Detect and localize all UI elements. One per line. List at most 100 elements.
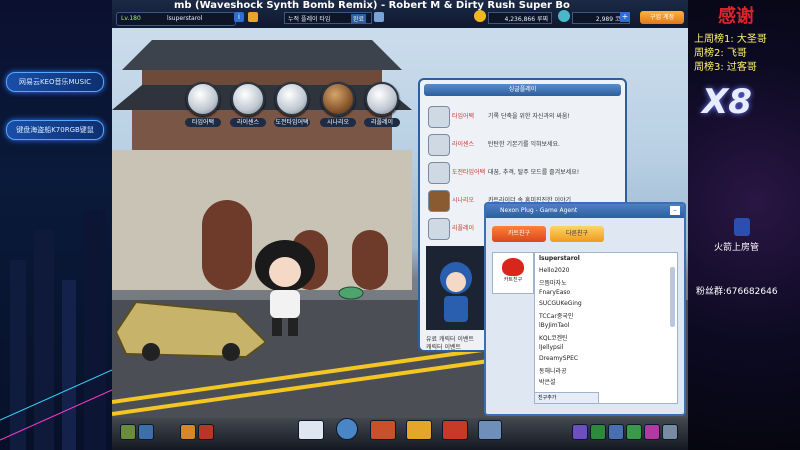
stats-icon[interactable] <box>336 418 358 440</box>
gift-icon[interactable] <box>198 424 214 440</box>
settings-icon[interactable] <box>248 12 258 22</box>
music-sponsor-pill: 网易云KEO音乐MUSIC <box>6 72 104 92</box>
single-row-time-attack[interactable]: 타임어택 기록 단축을 위한 자신과의 싸움! <box>428 106 618 128</box>
song-ticker: mb (Waveshock Synth Bomb Remix) - Robert… <box>174 0 570 11</box>
username: lsuperstarol <box>167 15 203 22</box>
lucci-amount: 4,236,866 루찌 <box>504 16 548 23</box>
neon-city-decoration <box>0 210 112 450</box>
replay-camera-icon <box>428 218 450 240</box>
lucci-box: 4,236,866 루찌 <box>488 12 552 24</box>
single-row-challenge[interactable]: 도전타임어택 대꿈, 추격, 탈주 모드를 즐겨보세요! <box>428 162 618 184</box>
friend-item[interactable]: lJellypsil <box>539 344 563 351</box>
x8-logo: X8 <box>702 82 752 122</box>
fist-icon <box>275 82 309 116</box>
single-row-license[interactable]: 라이센스 탄탄한 기본기를 익혀보세요. <box>428 134 618 156</box>
event-banner[interactable] <box>426 246 486 330</box>
fans-group-text: 粉丝群:676682646 <box>696 287 778 297</box>
lucci-coin-icon <box>474 10 486 22</box>
plug-titlebar: Nexon Plug - Game Agent – <box>486 204 684 218</box>
friends-list: lsuperstarol Hello2020 으뜸마자노 FnaryEaso S… <box>534 252 678 404</box>
friends-icon[interactable] <box>138 424 154 440</box>
buy-button[interactable]: 구입 계정 <box>640 11 684 24</box>
license-icon <box>428 134 450 156</box>
game-bottom-bar <box>112 418 688 450</box>
chat-toggle-icon[interactable] <box>120 424 136 440</box>
game-top-bar: mb (Waveshock Synth Bomb Remix) - Robert… <box>112 0 688 28</box>
mode-label: 도전타임어택 <box>274 118 310 127</box>
menu-icon-2[interactable] <box>590 424 606 440</box>
book-icon <box>428 190 450 212</box>
profile-info-icon[interactable]: i <box>234 12 244 22</box>
friend-item[interactable]: lByJimTaol <box>539 322 569 329</box>
minimize-icon[interactable]: – <box>670 206 680 215</box>
keyboard-sponsor-pill: 键盘海盗船K70RGB键鼠 <box>6 120 104 140</box>
friend-item[interactable]: 동해니라공 <box>539 366 567 375</box>
replay-camera-icon <box>365 82 399 116</box>
fist-icon <box>428 162 450 184</box>
coin-icon <box>558 10 570 22</box>
friends-scrollbar[interactable] <box>670 267 675 327</box>
mission-box: 누적 플레이 타임 완료 <box>284 12 372 24</box>
self-name: lsuperstarol <box>539 255 580 262</box>
rank-icon[interactable] <box>478 420 502 440</box>
stopwatch-icon <box>186 82 220 116</box>
row-desc: 탄탄한 기본기를 익혀보세요. <box>488 141 560 148</box>
mode-label: 시나리오 <box>320 118 356 127</box>
rush-icon[interactable] <box>442 420 468 440</box>
menu-icon-1[interactable] <box>572 424 588 440</box>
house-icon[interactable] <box>370 420 396 440</box>
friend-item[interactable]: SUCGUKeGing <box>539 300 582 307</box>
mode-label: 라이센스 <box>230 118 266 127</box>
friend-item[interactable]: DreamySPEC <box>539 355 578 362</box>
stream-right-overlay: 感谢 上周榜1: 大圣哥 周榜2: 飞哥 周榜3: 过客哥 X8 火箭上房管 粉… <box>688 0 800 450</box>
mode-replay[interactable]: 리플레이 <box>364 82 400 127</box>
menu-icon-5[interactable] <box>644 424 660 440</box>
friend-item[interactable]: Hello2020 <box>539 267 569 274</box>
row-name: 리플레이 <box>452 225 475 232</box>
row-name: 라이센스 <box>452 141 475 148</box>
flying-disc <box>338 286 364 300</box>
add-coin-icon[interactable]: + <box>620 12 630 22</box>
stream-left-overlay: 网易云KEO音乐MUSIC 键盘海盗船K70RGB键鼠 <box>0 0 112 450</box>
stopwatch-icon <box>428 106 450 128</box>
settings-gear-icon[interactable] <box>662 424 678 440</box>
mode-time-attack[interactable]: 타임어택 <box>185 82 221 127</box>
mode-scenario[interactable]: 시나리오 <box>320 82 356 127</box>
mode-challenge[interactable]: 도전타임어택 <box>274 82 310 127</box>
weekly-rank-2: 周榜2: 飞哥 <box>694 48 747 59</box>
friend-item[interactable]: FnaryEaso <box>539 289 570 296</box>
panel-title: 싱글플레이 <box>424 84 621 96</box>
plug-title-text: Nexon Plug - Game Agent <box>500 207 578 214</box>
friend-item[interactable]: KQL코겐틴 <box>539 333 568 342</box>
garage-icon[interactable] <box>298 420 324 440</box>
thanks-title: 感谢 <box>718 6 754 27</box>
friend-item[interactable]: 으뜸마자노 <box>539 278 567 287</box>
friend-item[interactable]: TCCar중국인 <box>539 311 573 320</box>
mode-license[interactable]: 라이센스 <box>230 82 266 127</box>
rocket-icon <box>734 218 750 236</box>
player-character <box>255 240 315 336</box>
store-icon[interactable] <box>406 420 432 440</box>
avatar: 카트친구 <box>492 252 534 294</box>
avatar-label: 카트친구 <box>503 277 523 283</box>
tab-other-friends[interactable]: 다른친구 <box>550 226 604 242</box>
level-label: Lv.180 <box>121 15 141 22</box>
kart-helmet-icon <box>502 258 524 276</box>
menu-icon-3[interactable] <box>608 424 624 440</box>
tab-cart-friends[interactable]: 카트친구 <box>492 226 546 242</box>
license-icon <box>231 82 265 116</box>
nexon-plug-window: Nexon Plug - Game Agent – 카트친구 다른친구 카트친구… <box>484 202 686 416</box>
mission-toggle-icon[interactable] <box>374 12 384 22</box>
menu-icon-4[interactable] <box>626 424 642 440</box>
event-sublabel: 캐릭터 이벤트 <box>426 344 462 351</box>
book-icon <box>321 82 355 116</box>
row-desc: 기록 단축을 위한 자신과의 싸움! <box>488 113 570 120</box>
shop-icon[interactable] <box>180 424 196 440</box>
profile-box[interactable]: Lv.180 lsuperstarol <box>116 12 236 26</box>
rocket-badge-text: 火箭上房管 <box>714 243 760 253</box>
friend-item[interactable]: 박은설 <box>539 377 556 386</box>
weekly-rank-3: 周榜3: 过客哥 <box>694 62 757 73</box>
mission-text: 누적 플레이 타임 <box>288 16 331 23</box>
add-friend-button[interactable]: 친구추가 <box>534 392 599 404</box>
mission-complete-button[interactable]: 완료 <box>351 14 367 23</box>
